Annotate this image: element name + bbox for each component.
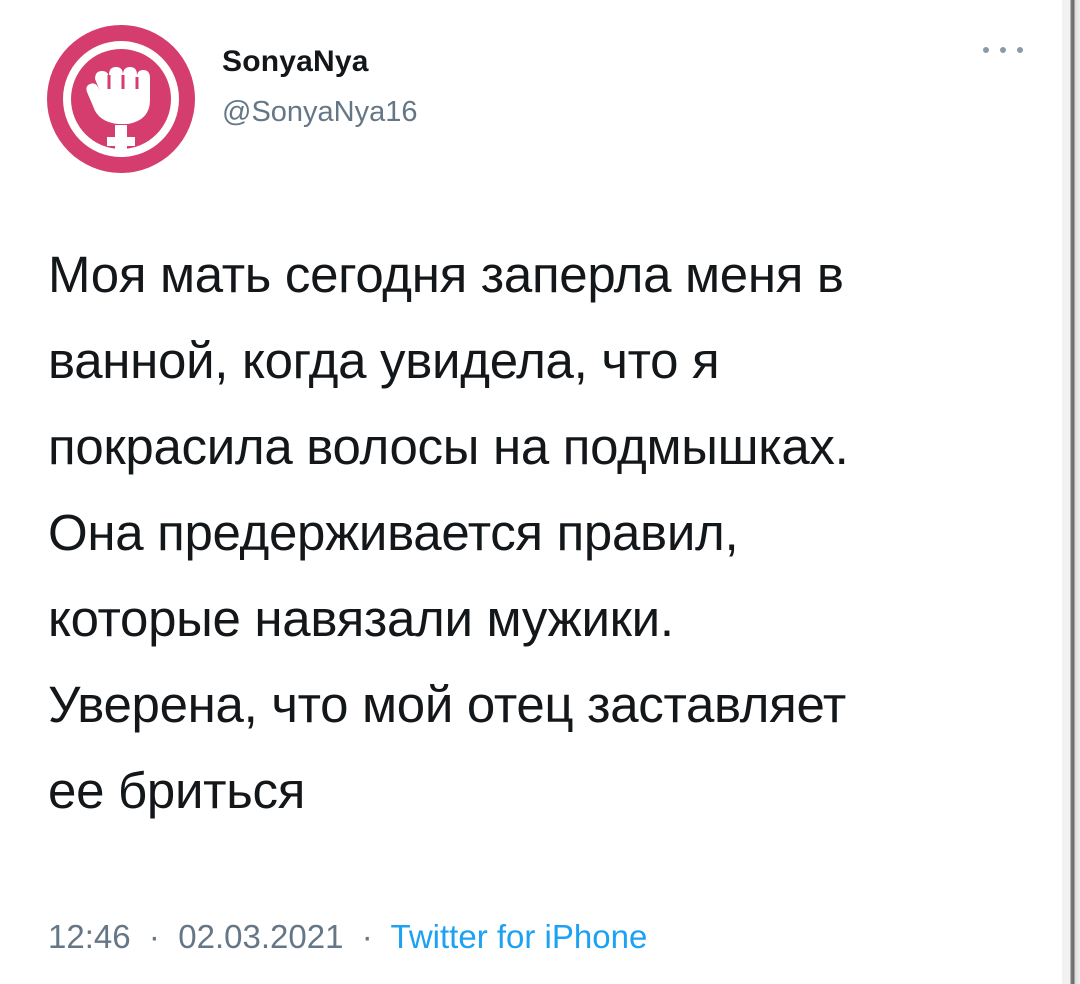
- right-edge-divider: [1062, 0, 1080, 984]
- raised-fist-venus-icon: [63, 41, 179, 157]
- tweet-date[interactable]: 02.03.2021: [178, 918, 343, 955]
- tweet-meta: 12:46 · 02.03.2021 · Twitter for iPhone: [48, 918, 647, 956]
- meta-separator: ·: [352, 918, 382, 955]
- more-dots-icon: [983, 47, 989, 53]
- meta-separator: ·: [139, 918, 170, 955]
- tweet-text-line: Уверена, что мой отец заставляет: [48, 676, 846, 733]
- tweet-card: SonyaNya @SonyaNya16 Моя мать сегодня за…: [0, 0, 1062, 984]
- tweet-text-line: которые навязали мужики.: [48, 590, 674, 647]
- user-handle[interactable]: @SonyaNya16: [222, 96, 418, 129]
- more-dots-icon: [1000, 47, 1006, 53]
- tweet-time[interactable]: 12:46: [48, 918, 131, 955]
- display-name[interactable]: SonyaNya: [222, 45, 369, 79]
- tweet-text-line: Она предерживается правил,: [48, 504, 739, 561]
- tweet-text-line: ванной, когда увидела, что я: [48, 332, 720, 389]
- tweet-text-line: ее бриться: [48, 762, 306, 819]
- tweet-source-link[interactable]: Twitter for iPhone: [391, 918, 648, 955]
- tweet-text-line: Моя мать сегодня заперла меня в: [48, 246, 844, 303]
- tweet-text-line: покрасила волосы на подмышках.: [48, 418, 849, 475]
- avatar[interactable]: [47, 25, 195, 173]
- more-options-button[interactable]: [983, 38, 1023, 62]
- more-dots-icon: [1017, 47, 1023, 53]
- tweet-text: Моя мать сегодня заперла меня в ванной, …: [48, 232, 1048, 834]
